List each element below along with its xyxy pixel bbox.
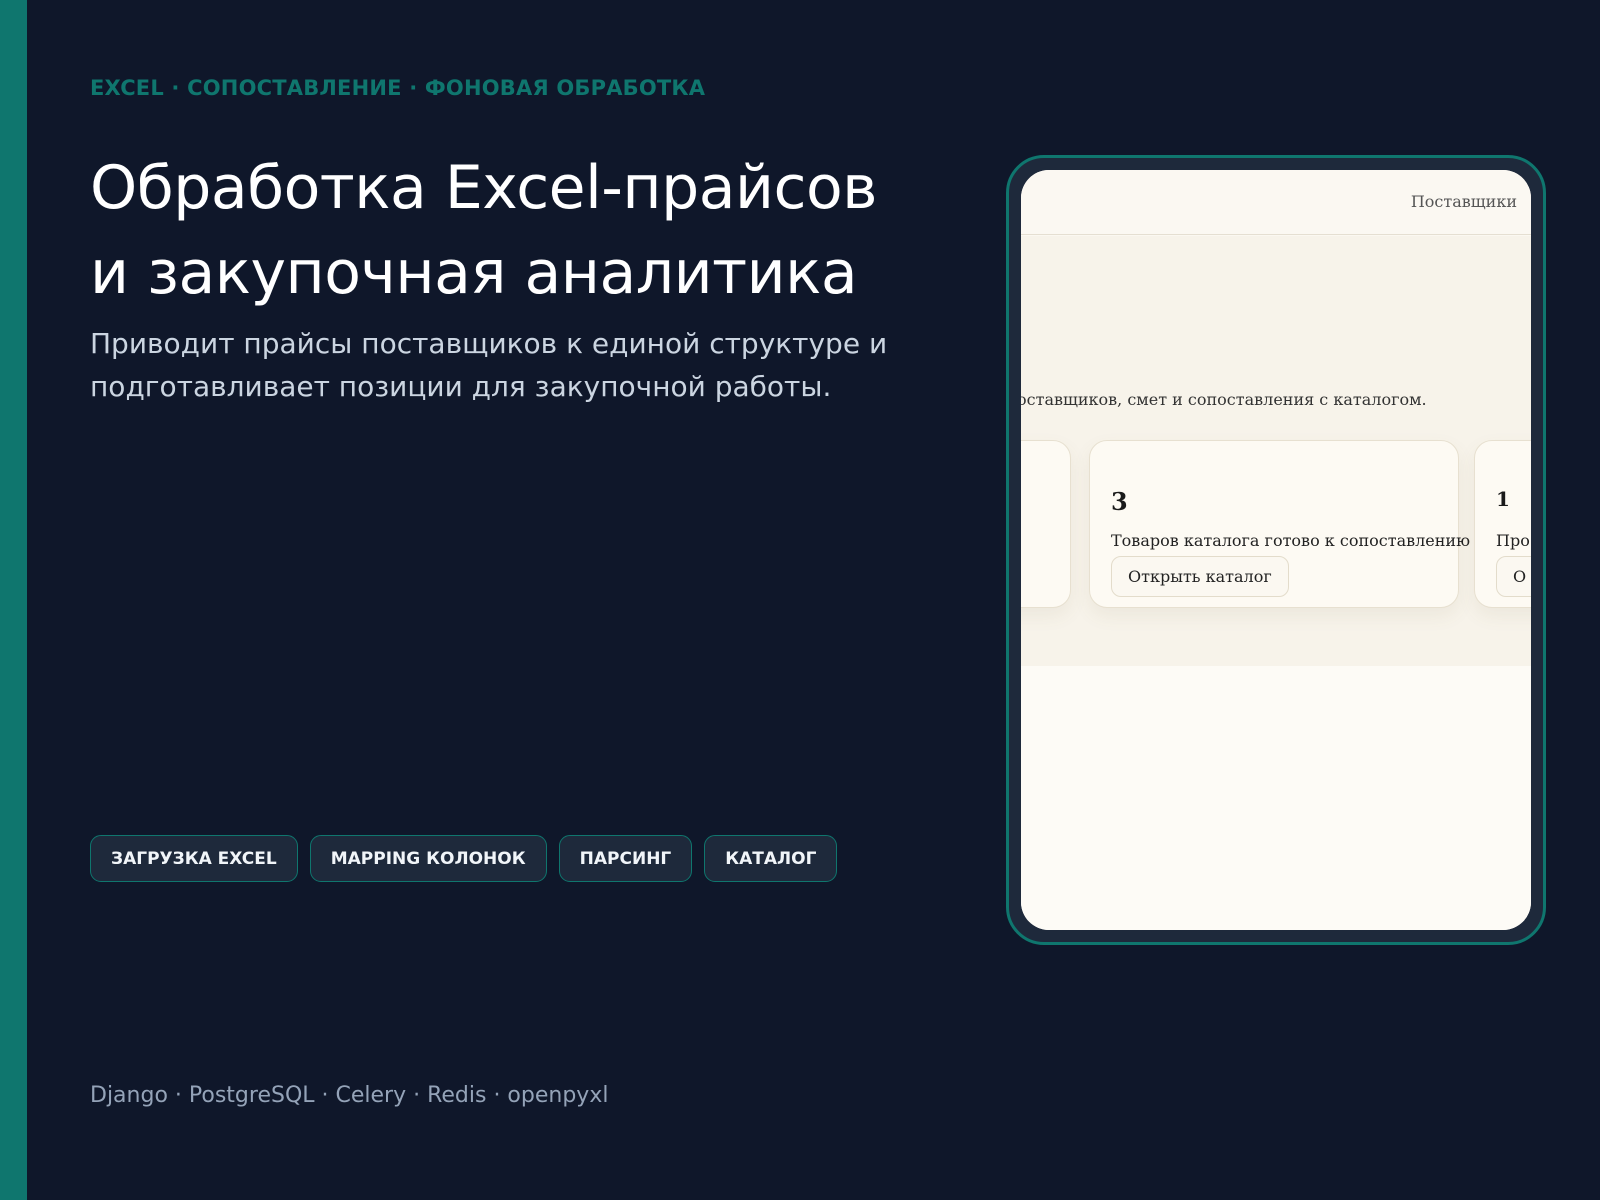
chip-catalog: КАТАЛОГ (704, 835, 838, 882)
subtitle-line-1: Приводит прайсы поставщиков к единой стр… (90, 327, 888, 360)
open-catalog-button[interactable]: Открыть каталог (1111, 556, 1289, 597)
mockup-screen: Поставщики оставщиков, смет и сопоставле… (1021, 170, 1531, 930)
subtitle-line-2: подготавливает позиции для закупочной ра… (90, 370, 832, 403)
title-line-2: и закупочная аналитика (90, 238, 858, 308)
stat-card-button[interactable]: О (1496, 556, 1531, 597)
tech-stack: Django · PostgreSQL · Celery · Redis · o… (90, 1083, 609, 1108)
stat-label: Товаров каталога готово к сопоставлению (1111, 531, 1471, 550)
stat-value: 1 (1496, 487, 1510, 511)
page-subtitle: Приводит прайсы поставщиков к единой стр… (90, 322, 910, 408)
chip-excel-upload: ЗАГРУЗКА EXCEL (90, 835, 298, 882)
page-title: Обработка Excel-прайсов и закупочная ана… (90, 146, 930, 316)
stat-label: Про (1496, 531, 1530, 550)
chip-column-mapping: MAPPING КОЛОНОК (309, 835, 547, 882)
title-line-1: Обработка Excel-прайсов (90, 153, 878, 223)
eyebrow-tagline: EXCEL · СОПОСТАВЛЕНИЕ · ФОНОВАЯ ОБРАБОТК… (90, 76, 706, 100)
stat-card-catalog: 3 Товаров каталога готово к сопоставлени… (1089, 440, 1470, 608)
mockup-intro-text: оставщиков, смет и сопоставления с катал… (1021, 390, 1427, 409)
stat-card-partial-left (1021, 440, 1071, 608)
chip-parsing: ПАРСИНГ (558, 835, 693, 882)
feature-chips: ЗАГРУЗКА EXCEL MAPPING КОЛОНОК ПАРСИНГ К… (90, 835, 838, 882)
nav-link-suppliers[interactable]: Поставщики (1411, 192, 1517, 211)
device-mockup: Поставщики оставщиков, смет и сопоставле… (1006, 155, 1546, 945)
mockup-navbar: Поставщики (1021, 170, 1531, 235)
mockup-lower-area (1021, 666, 1531, 930)
stat-card-partial-right: 1 Про О (1474, 440, 1531, 608)
stat-value: 3 (1111, 487, 1128, 516)
accent-bar (0, 0, 27, 1200)
